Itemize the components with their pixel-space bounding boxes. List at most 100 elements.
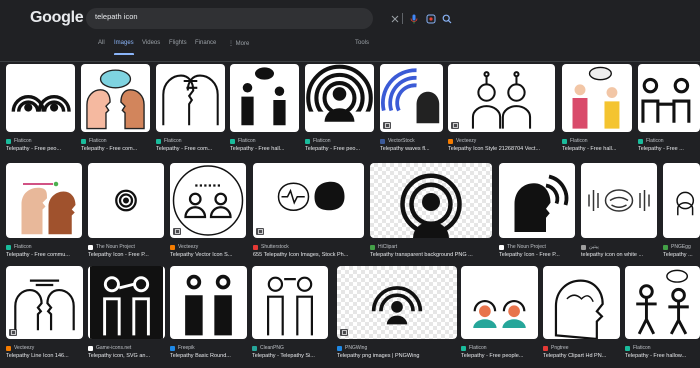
black-figures-icon[interactable]	[88, 266, 165, 339]
tools-button[interactable]: Tools	[355, 40, 369, 46]
two-faces-line-icon[interactable]	[156, 64, 225, 132]
result-title[interactable]: Telepathy - Free hall...	[562, 146, 632, 152]
result-source[interactable]: Flaticon	[156, 137, 225, 145]
result-title[interactable]: Telepathy - Free hallow...	[625, 353, 700, 359]
result-title[interactable]: Telepathy - Free commu...	[6, 252, 82, 258]
result-title[interactable]: Telepathy Basic Round...	[170, 353, 247, 359]
result-title[interactable]: Telepathy - Free people...	[461, 353, 538, 359]
result-source[interactable]: CleanPNG	[252, 344, 328, 352]
image-result[interactable]: Flaticon Telepathy - Free hallow...	[625, 266, 700, 363]
search-icon[interactable]	[439, 11, 454, 26]
image-result[interactable]: Vecteezy Telepathy Vector Icon S...	[170, 163, 246, 262]
tab-all[interactable]: All	[98, 40, 105, 46]
image-result[interactable]: Flaticon Telepathy - Free peo...	[6, 64, 75, 156]
image-result[interactable]: The Noun Project Telepathy Icon - Free P.…	[499, 163, 575, 262]
result-source[interactable]: Game-icons.net	[88, 344, 165, 352]
two-people-cloud-icon[interactable]	[230, 64, 299, 132]
result-source[interactable]: The Noun Project	[88, 243, 164, 251]
result-title[interactable]: Telepathy - Free hall...	[230, 146, 299, 152]
checker-waves-icon[interactable]	[370, 163, 492, 238]
two-heads-signal-icon[interactable]	[6, 64, 75, 132]
result-title[interactable]: Telepathy Line Icon 146...	[6, 353, 83, 359]
result-title[interactable]: Telepathy - Free ...	[638, 146, 700, 152]
image-result[interactable]: Flaticon Telepathy - Free hall...	[562, 64, 632, 156]
head-waves-icon[interactable]	[499, 163, 575, 238]
result-title[interactable]: Telepathy Vector Icon S...	[170, 252, 246, 258]
mic-icon[interactable]	[406, 11, 421, 26]
result-title[interactable]: 655 Telepathy Icon Images, Stock Ph...	[253, 252, 364, 258]
image-result[interactable]: Flaticon Telepathy - Free com...	[156, 64, 225, 156]
clear-icon[interactable]	[387, 11, 402, 26]
stick-people-icon[interactable]	[625, 266, 700, 339]
image-result[interactable]: CleanPNG Telepathy - Telepathy Si...	[252, 266, 328, 363]
small-signal-icon[interactable]	[88, 163, 164, 238]
lens-icon[interactable]	[423, 11, 438, 26]
result-title[interactable]: Telepathy transparent background PNG ...	[370, 252, 492, 258]
result-title[interactable]: Telepathy ...	[663, 252, 700, 258]
checker-person-icon[interactable]	[337, 266, 457, 339]
result-title[interactable]: Telepathy Icon - Free P...	[88, 252, 164, 258]
colored-faces-thought-icon[interactable]	[81, 64, 150, 132]
result-title[interactable]: Telepathy - Free com...	[156, 146, 225, 152]
result-source[interactable]: Flaticon	[6, 137, 75, 145]
result-source[interactable]: Vecteezy	[448, 137, 555, 145]
result-title[interactable]: Telepathy Icon Style 21268704 Vect...	[448, 146, 555, 152]
brown-heads-icon[interactable]	[6, 163, 82, 238]
result-source[interactable]: The Noun Project	[499, 243, 575, 251]
image-result[interactable]: Vecteezy Telepathy Line Icon 146...	[6, 266, 83, 363]
tab-videos[interactable]: Videos	[142, 40, 160, 46]
image-result[interactable]: Flaticon Telepathy - Free ...	[638, 64, 700, 156]
result-source[interactable]: Pngtree	[543, 344, 620, 352]
result-source[interactable]: Flaticon	[638, 137, 700, 145]
image-result[interactable]: پیتین telepathy icon on white ...	[581, 163, 657, 262]
search-input[interactable]: telepath icon	[95, 12, 138, 21]
person-waves-icon[interactable]	[305, 64, 374, 132]
brain-lines-icon[interactable]	[581, 163, 657, 238]
image-result[interactable]: Pngtree Telepathy Clipart Hd PN...	[543, 266, 620, 363]
result-source[interactable]: Flaticon	[562, 137, 632, 145]
result-source[interactable]: Flaticon	[625, 344, 700, 352]
image-result[interactable]: The Noun Project Telepathy Icon - Free P.…	[88, 163, 164, 262]
result-source[interactable]: PNGEgg	[663, 243, 700, 251]
tab-images[interactable]: Images	[114, 40, 134, 46]
circle-people-icon[interactable]	[170, 163, 246, 238]
two-robots-line-icon[interactable]	[448, 64, 555, 132]
google-logo[interactable]: Google	[30, 9, 84, 27]
image-result[interactable]: Game-icons.net Telepathy icon, SVG an...	[88, 266, 165, 363]
image-result[interactable]: Vecteezy Telepathy Icon Style 21268704 Ve…	[448, 64, 555, 156]
image-result[interactable]: Freepik Telepathy Basic Round...	[170, 266, 247, 363]
tab-more[interactable]: ⋮ More	[228, 40, 249, 47]
brain-waves-icon[interactable]	[253, 163, 364, 238]
outline-figures-icon[interactable]	[252, 266, 328, 339]
image-result[interactable]: Flaticon Telepathy - Free peo...	[305, 64, 374, 156]
result-source[interactable]: Flaticon	[305, 137, 374, 145]
result-title[interactable]: Telepathy Icon - Free P...	[499, 252, 575, 258]
result-title[interactable]: Telepathy icon, SVG an...	[88, 353, 165, 359]
result-source[interactable]: VectorStock	[380, 137, 443, 145]
tab-finance[interactable]: Finance	[195, 40, 216, 46]
result-source[interactable]: Flaticon	[81, 137, 150, 145]
result-source[interactable]: HiClipart	[370, 243, 492, 251]
result-source[interactable]: Flaticon	[461, 344, 538, 352]
image-result[interactable]: Flaticon Telepathy - Free hall...	[230, 64, 299, 156]
image-result[interactable]: VectorStock Telepathy waves fl...	[380, 64, 443, 156]
result-title[interactable]: Telepathy - Free peo...	[305, 146, 374, 152]
teal-people-icon[interactable]	[461, 266, 538, 339]
result-source[interactable]: Vecteezy	[170, 243, 246, 251]
result-source[interactable]: Shutterstock	[253, 243, 364, 251]
result-source[interactable]: Vecteezy	[6, 344, 83, 352]
result-source[interactable]: پیتین	[581, 243, 657, 251]
result-source[interactable]: PNGWing	[337, 344, 457, 352]
result-source[interactable]: Flaticon	[6, 243, 82, 251]
result-title[interactable]: Telepathy - Free com...	[81, 146, 150, 152]
partial-icon[interactable]	[663, 163, 700, 238]
image-result[interactable]: Flaticon Telepathy - Free com...	[81, 64, 150, 156]
round-figures-icon[interactable]	[170, 266, 247, 339]
tab-flights[interactable]: Flights	[169, 40, 187, 46]
result-title[interactable]: Telepathy waves fl...	[380, 146, 443, 152]
result-title[interactable]: Telepathy - Telepathy Si...	[252, 353, 328, 359]
people-connect-icon[interactable]	[638, 64, 700, 132]
line-heads-icon[interactable]	[6, 266, 83, 339]
search-box[interactable]: telepath icon	[86, 8, 451, 29]
result-source[interactable]: Flaticon	[230, 137, 299, 145]
